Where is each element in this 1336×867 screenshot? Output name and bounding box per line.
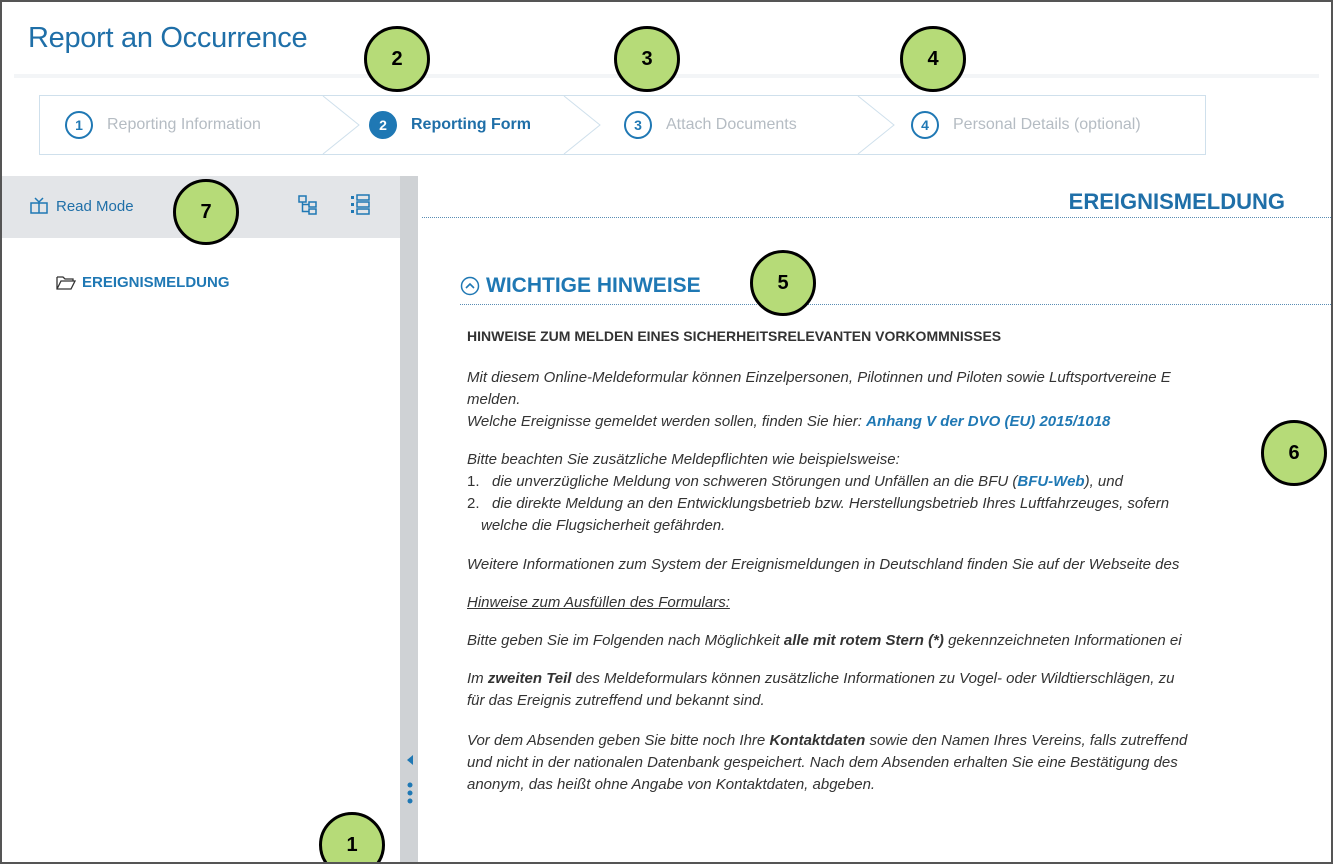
step-attach-documents[interactable]: 3 Attach Documents	[624, 96, 797, 154]
tree-item-label: EREIGNISMELDUNG	[82, 274, 230, 291]
step-label: Personal Details (optional)	[953, 116, 1141, 133]
text: des Meldeformulars können zusätzliche In…	[571, 670, 1175, 687]
drag-handle-icon[interactable]	[407, 782, 413, 806]
text: Kontaktdaten	[769, 732, 866, 749]
list-number: 2.	[467, 495, 480, 512]
list-item: 1. die unverzügliche Meldung von schwere…	[467, 473, 1123, 490]
text: Vor dem Absenden geben Sie bitte noch Ih…	[467, 732, 770, 749]
callout-badge: 3	[614, 26, 680, 92]
step-number: 1	[65, 111, 93, 139]
paragraph: Mit diesem Online-Meldeformular können E…	[467, 369, 1171, 386]
text: Bitte geben Sie im Folgenden nach Möglic…	[467, 632, 784, 649]
list-item: 2. die direkte Meldung an den Entwicklun…	[467, 495, 1169, 512]
callout-badge: 2	[364, 26, 430, 92]
step-number: 2	[369, 111, 397, 139]
step-label: Reporting Information	[107, 116, 261, 133]
step-separator	[857, 96, 895, 154]
folder-open-icon	[56, 275, 76, 290]
section-title: WICHTIGE HINWEISE	[486, 274, 701, 297]
step-personal-details[interactable]: 4 Personal Details (optional)	[911, 96, 1141, 154]
callout-badge: 4	[900, 26, 966, 92]
paragraph: Weitere Informationen zum System der Ere…	[467, 556, 1180, 573]
callout-badge: 7	[173, 179, 239, 245]
section-toggle[interactable]: WICHTIGE HINWEISE	[460, 274, 701, 298]
callout-badge: 6	[1261, 420, 1327, 486]
paragraph: Vor dem Absenden geben Sie bitte noch Ih…	[467, 732, 1187, 749]
callout-badge: 5	[750, 250, 816, 316]
paragraph: melden.	[467, 391, 521, 408]
paragraph: und nicht in der nationalen Datenbank ge…	[467, 754, 1178, 771]
read-mode-label: Read Mode	[56, 197, 134, 215]
text: die unverzügliche Meldung von schweren S…	[492, 473, 1018, 490]
page-title: Report an Occurrence	[28, 22, 308, 54]
text: zweiten Teil	[487, 670, 572, 687]
text: sowie den Namen Ihres Vereins, falls zut…	[865, 732, 1188, 749]
annex-link[interactable]: Anhang V der DVO (EU) 2015/1018	[866, 413, 1110, 430]
list-number: 1.	[467, 473, 480, 490]
text: Welche Ereignisse gemeldet werden sollen…	[467, 413, 867, 430]
document-title: EREIGNISMELDUNG	[1068, 189, 1285, 214]
tree-item-ereignismeldung[interactable]: EREIGNISMELDUNG	[56, 274, 230, 291]
step-separator	[563, 96, 601, 154]
text: die direkte Meldung an den Entwicklungsb…	[492, 495, 1170, 512]
read-mode-icon	[30, 197, 48, 214]
collapse-arrow-icon[interactable]	[407, 755, 413, 765]
sidebar: Read Mode EREIGNISMELDUNG	[2, 176, 400, 862]
app-window: Report an Occurrence 1 Reporting Informa…	[0, 0, 1333, 864]
bfu-web-link[interactable]: BFU-Web	[1017, 473, 1084, 490]
chevron-up-circle-icon	[460, 276, 480, 296]
paragraph: Welche Ereignisse gemeldet werden sollen…	[467, 413, 1110, 430]
paragraph: für das Ereignis zutreffend und bekannt …	[467, 692, 765, 709]
text: ), und	[1084, 473, 1123, 490]
step-label: Reporting Form	[411, 116, 531, 133]
divider	[422, 217, 1331, 218]
notice-heading: HINWEISE ZUM MELDEN EINES SICHERHEITSREL…	[467, 328, 1002, 344]
text: alle mit rotem Stern (*)	[783, 632, 944, 649]
tree-view-icon[interactable]	[298, 194, 318, 216]
read-mode-button[interactable]: Read Mode	[28, 197, 134, 215]
step-reporting-form[interactable]: 2 Reporting Form	[369, 96, 531, 154]
paragraph: anonym, das heißt ohne Angabe von Kontak…	[467, 776, 876, 793]
subheading: Hinweise zum Ausfüllen des Formulars:	[467, 594, 730, 611]
text: gekennzeichneten Informationen ei	[943, 632, 1182, 649]
step-reporting-information[interactable]: 1 Reporting Information	[65, 96, 261, 154]
wizard-stepper: 1 Reporting Information 2 Reporting Form…	[39, 95, 1206, 155]
paragraph: Im zweiten Teil des Meldeformulars könne…	[467, 670, 1174, 687]
divider	[460, 304, 1331, 305]
list-item-continuation: welche die Flugsicherheit gefährden.	[481, 517, 726, 534]
text: Im	[467, 670, 488, 687]
step-label: Attach Documents	[666, 116, 797, 133]
step-separator	[322, 96, 360, 154]
step-number: 3	[624, 111, 652, 139]
form-content: EREIGNISMELDUNG WICHTIGE HINWEISE HINWEI…	[418, 176, 1331, 862]
paragraph: Bitte beachten Sie zusätzliche Meldepfli…	[467, 451, 900, 468]
step-number: 4	[911, 111, 939, 139]
paragraph: Bitte geben Sie im Folgenden nach Möglic…	[467, 632, 1182, 649]
list-view-icon[interactable]	[350, 194, 370, 218]
